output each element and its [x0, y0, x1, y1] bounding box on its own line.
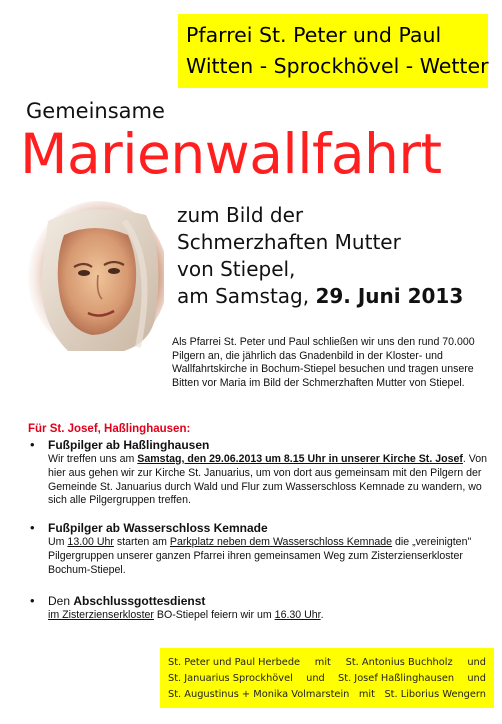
start-time: 13.00 Uhr: [67, 536, 114, 548]
text-part: Um: [48, 536, 68, 548]
subtitle-day: am Samstag,: [177, 284, 316, 308]
text-part: .: [320, 609, 324, 621]
bullet: •: [30, 593, 35, 608]
subtitle-line-2: Schmerzhaften Mutter: [177, 230, 401, 254]
list-item: • Den Abschlussgottesdienst im Zisterzie…: [30, 594, 495, 623]
event-date: 29. Juni 2013: [315, 284, 464, 308]
connector: und: [467, 657, 486, 668]
community-name: St. Januarius Sprockhövel: [168, 673, 293, 684]
text-part: Wir treffen uns am: [48, 453, 138, 465]
service-time: 16.30 Uhr: [274, 609, 321, 621]
intro-word: Gemeinsame: [26, 99, 165, 123]
text-part: starten am: [113, 536, 170, 548]
item-heading: Abschlussgottesdienst: [73, 594, 206, 608]
item-text: Um 13.00 Uhr starten am Parkplatz neben …: [48, 536, 495, 577]
item-text: im Zisterzienserkloster BO-Stiepel feier…: [48, 609, 495, 623]
subtitle-line-3: von Stiepel,: [177, 257, 296, 281]
item-text: Wir treffen uns am Samstag, den 29.06.20…: [48, 453, 495, 508]
community-name: St. Liborius Wengern: [384, 689, 486, 700]
community-name: St. Josef Haßlinghausen: [338, 673, 455, 684]
parish-communities-footer: St. Peter und Paul Herbede mit St. Anton…: [160, 648, 494, 708]
service-place: im Zisterzienserkloster: [48, 609, 154, 621]
item-heading: Fußpilger ab Haßlinghausen: [48, 438, 210, 452]
community-name: St. Augustinus + Monika Volmarstein: [168, 689, 350, 700]
intro-paragraph: Als Pfarrei St. Peter und Paul schließen…: [172, 336, 475, 389]
subtitle-line-1: zum Bild der: [177, 203, 304, 227]
footer-row: St. Januarius Sprockhövel und St. Josef …: [168, 671, 486, 687]
parish-header: Pfarrei St. Peter und Paul Witten - Spro…: [178, 14, 489, 88]
item-heading-line: Den Abschlussgottesdienst: [48, 594, 495, 609]
madonna-painting-icon: [28, 201, 164, 351]
community-name: St. Peter und Paul Herbede: [168, 657, 301, 668]
footer-row: St. Peter und Paul Herbede mit St. Anton…: [168, 655, 486, 671]
connector: mit: [358, 689, 375, 700]
pilgrimage-subtitle: zum Bild der Schmerzhaften Mutter von St…: [177, 202, 463, 310]
bullet: •: [30, 520, 35, 535]
parish-name: Pfarrei St. Peter und Paul: [186, 23, 442, 47]
list-item: • Fußpilger ab Haßlinghausen Wir treffen…: [30, 438, 495, 508]
section-heading: Für St. Josef, Haßlinghausen:: [28, 423, 191, 435]
connector: und: [306, 673, 325, 684]
connector: mit: [314, 657, 331, 668]
page-title: Marienwallfahrt: [20, 122, 442, 186]
subtitle-line-4: am Samstag, 29. Juni 2013: [177, 283, 463, 310]
parish-towns: Witten - Sprockhövel - Wetter: [186, 54, 489, 78]
list-item: • Fußpilger ab Wasserschloss Kemnade Um …: [30, 521, 495, 577]
text-part: BO-Stiepel feiern wir um: [153, 609, 275, 621]
bullet: •: [30, 437, 35, 452]
text-part: Den: [48, 594, 74, 608]
meeting-time: Samstag, den 29.06.2013 um 8.15 Uhr in u…: [137, 453, 463, 465]
item-heading: Fußpilger ab Wasserschloss Kemnade: [48, 521, 268, 535]
connector: und: [467, 673, 486, 684]
footer-row: St. Augustinus + Monika Volmarstein mit …: [168, 687, 486, 703]
community-name: St. Antonius Buchholz: [345, 657, 453, 668]
meeting-place: Parkplatz neben dem Wasserschloss Kemnad…: [169, 536, 393, 548]
